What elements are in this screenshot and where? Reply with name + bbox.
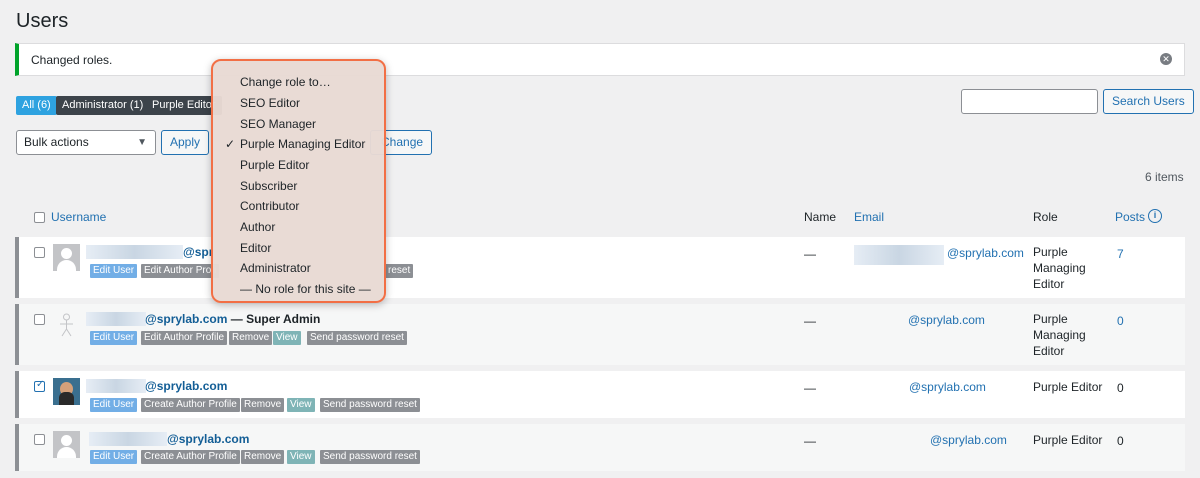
create-author-profile-link[interactable]: Create Author Profile [141, 450, 240, 464]
redacted-username [86, 245, 183, 259]
role-cell: Purple Managing Editor [1033, 245, 1086, 291]
avatar [53, 311, 80, 338]
redacted-username [86, 379, 146, 393]
apply-button[interactable]: Apply [161, 130, 210, 155]
role-option-purple-managing-editor[interactable]: Purple Managing Editor [240, 137, 365, 151]
table-row: @sprylab.com — Super Admin Edit User Edi… [15, 304, 1185, 365]
send-password-reset-link[interactable]: Send password reset [320, 450, 420, 464]
edit-user-link[interactable]: Edit User [90, 264, 138, 278]
name-cell: — [804, 247, 816, 261]
row-checkbox[interactable] [34, 314, 45, 325]
notice-text: Changed roles. [31, 53, 113, 67]
table-row: @sprylab.com Edit User Create Author Pro… [15, 371, 1185, 418]
email-link[interactable]: @sprylab.com [930, 433, 1007, 447]
role-option-seo-manager[interactable]: SEO Manager [240, 117, 316, 131]
role-cell: Purple Editor [1033, 380, 1103, 394]
edit-user-link[interactable]: Edit User [90, 450, 138, 464]
posts-count: 0 [1117, 434, 1124, 448]
role-option-subscriber[interactable]: Subscriber [240, 179, 297, 193]
create-author-profile-link[interactable]: Create Author Profile [141, 398, 240, 412]
checkmark-icon: ✓ [225, 137, 236, 151]
view-link[interactable]: View [287, 398, 315, 412]
edit-author-profile-link[interactable]: Edit Author Profile [141, 331, 228, 345]
posts-count: 0 [1117, 381, 1124, 395]
column-email[interactable]: Email [854, 210, 884, 224]
close-icon[interactable]: ✕ [1160, 53, 1172, 65]
send-password-reset-link[interactable]: reset [385, 264, 414, 278]
table-row: @spr Edit User Edit Author Profi reset —… [15, 237, 1185, 298]
send-password-reset-link[interactable]: Send password reset [307, 331, 407, 345]
role-option-administrator[interactable]: Administrator [240, 261, 311, 275]
change-role-dropdown[interactable]: Change role to… SEO Editor SEO Manager ✓… [211, 59, 386, 303]
name-cell: — [804, 434, 816, 448]
role-option-seo-editor[interactable]: SEO Editor [240, 96, 300, 110]
column-posts[interactable]: Posts [1115, 210, 1145, 224]
edit-user-link[interactable]: Edit User [90, 398, 138, 412]
filter-all[interactable]: All (6) [16, 96, 57, 115]
username-link[interactable]: @sprylab.com [145, 379, 227, 393]
chevron-down-icon: ▼ [137, 137, 147, 148]
role-cell: Purple Managing Editor [1033, 312, 1086, 358]
page-title: Users [16, 10, 69, 32]
email-link[interactable]: @sprylab.com [947, 246, 1024, 260]
info-icon[interactable]: i [1148, 209, 1162, 223]
remove-link[interactable]: Remove [229, 331, 273, 345]
avatar [53, 378, 80, 405]
posts-count[interactable]: 7 [1117, 247, 1124, 261]
redacted-username [89, 432, 167, 446]
send-password-reset-link[interactable]: Send password reset [320, 398, 420, 412]
role-option-contributor[interactable]: Contributor [240, 199, 299, 213]
items-count: 6 items [1145, 170, 1184, 184]
avatar [53, 431, 80, 458]
username-link[interactable]: @sprylab.com [167, 432, 249, 446]
avatar [53, 244, 80, 271]
name-cell: — [804, 381, 816, 395]
username-link[interactable]: @spr [183, 245, 213, 259]
search-users-button[interactable]: Search Users [1103, 89, 1194, 114]
row-checkbox[interactable] [34, 379, 45, 392]
role-option-editor[interactable]: Editor [240, 241, 271, 255]
remove-link[interactable]: Remove [241, 398, 285, 412]
select-all-checkbox[interactable] [34, 212, 45, 223]
column-username[interactable]: Username [51, 210, 106, 224]
email-link[interactable]: @sprylab.com [908, 313, 985, 327]
bulk-actions-value: Bulk actions [24, 135, 89, 149]
view-link[interactable]: View [287, 450, 315, 464]
redacted-username [86, 312, 146, 326]
column-role: Role [1033, 210, 1058, 224]
edit-author-profile-link[interactable]: Edit Author Profi [141, 264, 220, 278]
edit-user-link[interactable]: Edit User [90, 331, 138, 345]
filter-administrator[interactable]: Administrator (1) [56, 96, 150, 115]
role-option-author[interactable]: Author [240, 220, 275, 234]
column-name: Name [804, 210, 837, 224]
name-cell: — [804, 314, 816, 328]
table-row: @sprylab.com Edit User Create Author Pro… [15, 424, 1185, 471]
bulk-actions-select[interactable]: Bulk actions ▼ [16, 130, 156, 155]
email-link[interactable]: @sprylab.com [909, 380, 986, 394]
role-option-no-role[interactable]: — No role for this site — [240, 282, 371, 296]
role-option-purple-editor[interactable]: Purple Editor [240, 158, 309, 172]
success-notice: Changed roles. ✕ [15, 43, 1185, 76]
redacted-email [854, 245, 944, 265]
row-checkbox[interactable] [34, 247, 45, 258]
row-checkbox[interactable] [34, 434, 45, 445]
remove-link[interactable]: Remove [241, 450, 285, 464]
role-cell: Purple Editor [1033, 433, 1103, 447]
username-link[interactable]: @sprylab.com — Super Admin [145, 312, 320, 326]
posts-count[interactable]: 0 [1117, 314, 1124, 328]
search-input[interactable] [961, 89, 1098, 114]
role-option-placeholder[interactable]: Change role to… [240, 75, 331, 89]
view-link[interactable]: View [273, 331, 301, 345]
